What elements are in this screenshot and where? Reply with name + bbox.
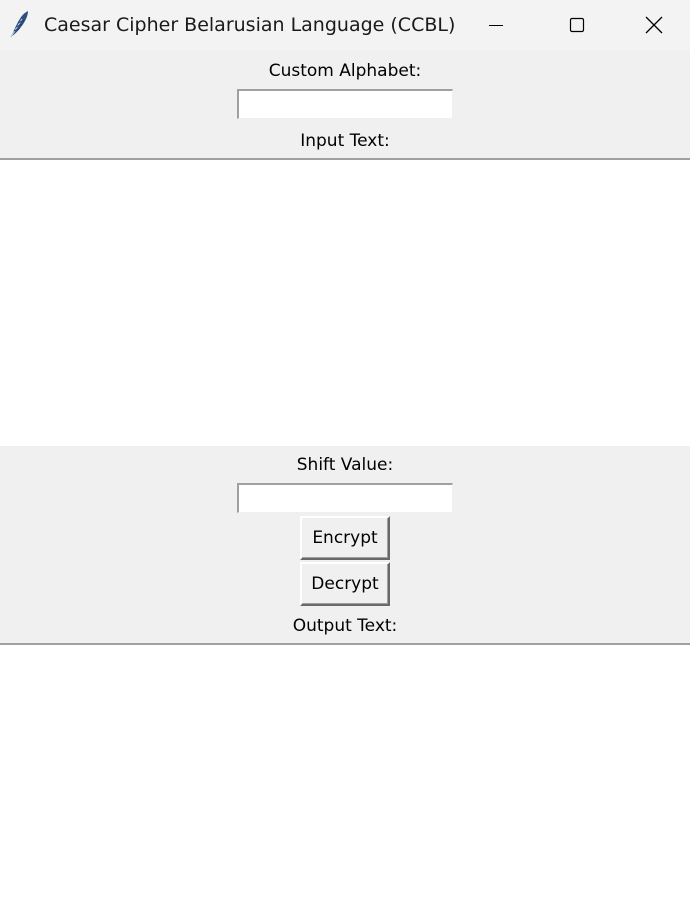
window-title: Caesar Cipher Belarusian Language (CCBL) bbox=[44, 14, 456, 36]
decrypt-button[interactable]: Decrypt bbox=[300, 562, 390, 606]
close-icon bbox=[645, 16, 663, 34]
output-text-area[interactable] bbox=[0, 643, 690, 900]
title-bar[interactable]: Caesar Cipher Belarusian Language (CCBL) bbox=[0, 0, 690, 50]
output-text-label: Output Text: bbox=[292, 616, 398, 636]
input-text-label: Input Text: bbox=[300, 131, 390, 151]
input-text-area[interactable] bbox=[0, 158, 690, 446]
shift-value-input[interactable] bbox=[237, 483, 453, 513]
shift-value-label: Shift Value: bbox=[296, 455, 394, 475]
encrypt-button[interactable]: Encrypt bbox=[300, 516, 390, 560]
maximize-icon bbox=[569, 17, 585, 33]
custom-alphabet-input[interactable] bbox=[237, 89, 453, 119]
feather-icon bbox=[8, 10, 30, 38]
maximize-button[interactable] bbox=[537, 0, 617, 50]
close-button[interactable] bbox=[618, 0, 690, 50]
minimize-button[interactable] bbox=[456, 0, 536, 50]
custom-alphabet-label: Custom Alphabet: bbox=[268, 61, 422, 81]
minimize-icon bbox=[488, 17, 504, 33]
